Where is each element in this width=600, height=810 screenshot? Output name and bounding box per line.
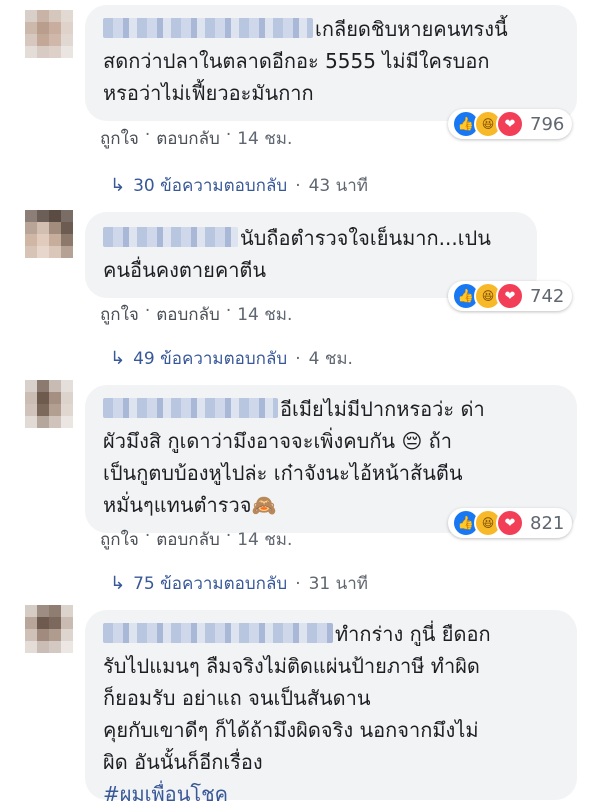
- reaction-summary[interactable]: 👍 😆 ❤ 821: [448, 508, 573, 538]
- reply-button[interactable]: ตอบกลับ: [156, 125, 220, 152]
- comment-actions: ถูกใจ · ตอบกลับ · 14 ชม.: [100, 526, 292, 553]
- reaction-count: 742: [530, 285, 565, 307]
- love-icon: ❤: [496, 110, 524, 138]
- commenter-name-blurred[interactable]: [103, 398, 278, 418]
- separator: ·: [225, 301, 232, 321]
- reply-arrow-icon: ↳: [110, 348, 126, 369]
- comment-actions: ถูกใจ · ตอบกลับ · 14 ชม.: [100, 301, 292, 328]
- separator: ·: [225, 125, 232, 145]
- reply-button[interactable]: ตอบกลับ: [156, 526, 220, 553]
- separator: ·: [144, 125, 151, 145]
- reaction-count: 796: [530, 113, 565, 135]
- view-replies[interactable]: ↳ 75 ข้อความตอบกลับ · 31 นาที: [110, 570, 368, 597]
- like-button[interactable]: ถูกใจ: [100, 125, 139, 152]
- separator: ·: [295, 348, 301, 369]
- reaction-count: 821: [530, 512, 565, 534]
- replies-time: 43 นาที: [308, 176, 369, 196]
- comment-text: ทำกร่าง กูนี่ ยืดอก รับไปแมนๆ ลืมจริงไม่…: [103, 622, 491, 774]
- reply-arrow-icon: ↳: [110, 573, 126, 594]
- reply-button[interactable]: ตอบกลับ: [156, 301, 220, 328]
- avatar[interactable]: [25, 210, 73, 258]
- commenter-name-blurred[interactable]: [103, 18, 313, 38]
- reaction-summary[interactable]: 👍 😆 ❤ 742: [448, 281, 573, 311]
- avatar[interactable]: [25, 10, 73, 58]
- view-replies[interactable]: ↳ 49 ข้อความตอบกลับ · 4 ชม.: [110, 345, 353, 372]
- separator: ·: [144, 301, 151, 321]
- avatar[interactable]: [25, 380, 73, 428]
- separator: ·: [295, 573, 301, 594]
- comment-time[interactable]: 14 ชม.: [237, 125, 292, 152]
- replies-count[interactable]: 49 ข้อความตอบกลับ: [133, 345, 287, 372]
- comment-time[interactable]: 14 ชม.: [237, 301, 292, 328]
- comment-actions: ถูกใจ · ตอบกลับ · 14 ชม.: [100, 125, 292, 152]
- comment-time[interactable]: 14 ชม.: [237, 526, 292, 553]
- commenter-name-blurred[interactable]: [103, 227, 238, 247]
- separator: ·: [225, 526, 232, 546]
- comment-bubble: ทำกร่าง กูนี่ ยืดอก รับไปแมนๆ ลืมจริงไม่…: [85, 610, 577, 806]
- love-icon: ❤: [496, 282, 524, 310]
- reaction-summary[interactable]: 👍 😆 ❤ 796: [448, 109, 573, 139]
- love-icon: ❤: [496, 509, 524, 537]
- like-button[interactable]: ถูกใจ: [100, 301, 139, 328]
- commenter-name-blurred[interactable]: [103, 623, 333, 643]
- replies-time: 31 นาที: [308, 574, 369, 594]
- replies-count[interactable]: 75 ข้อความตอบกลับ: [133, 570, 287, 597]
- view-replies[interactable]: ↳ 30 ข้อความตอบกลับ · 43 นาที: [110, 172, 368, 199]
- replies-count[interactable]: 30 ข้อความตอบกลับ: [133, 172, 287, 199]
- separator: ·: [295, 175, 301, 196]
- separator: ·: [144, 526, 151, 546]
- avatar[interactable]: [25, 605, 73, 653]
- replies-time: 4 ชม.: [308, 349, 353, 369]
- like-button[interactable]: ถูกใจ: [100, 526, 139, 553]
- comment-bubble: เกลียดชิบหายคนทรงนี้ สดกว่าปลาในตลาดอีกอ…: [85, 5, 577, 121]
- reply-arrow-icon: ↳: [110, 175, 126, 196]
